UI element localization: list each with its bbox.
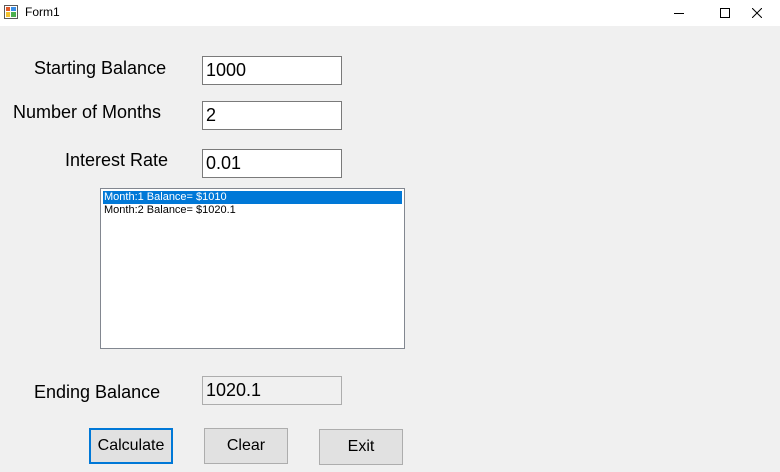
minimize-button[interactable] <box>656 0 702 26</box>
window-title: Form1 <box>25 5 60 19</box>
close-button[interactable] <box>734 0 780 26</box>
calculate-button[interactable]: Calculate <box>89 428 173 464</box>
ending-balance-label: Ending Balance <box>34 382 161 402</box>
winforms-app-icon <box>4 5 18 19</box>
results-list-item[interactable]: Month:2 Balance= $1020.1 <box>103 204 402 217</box>
starting-balance-label: Starting Balance <box>34 58 167 78</box>
interest-rate-label: Interest Rate <box>65 150 169 170</box>
results-listbox[interactable]: Month:1 Balance= $1010 Month:2 Balance= … <box>100 188 405 349</box>
minimize-icon <box>674 13 684 14</box>
ending-balance-output: 1020.1 <box>202 376 342 405</box>
maximize-icon <box>720 8 730 18</box>
clear-button[interactable]: Clear <box>204 428 288 464</box>
close-icon <box>752 8 762 18</box>
interest-rate-input[interactable]: 0.01 <box>202 149 342 178</box>
exit-button[interactable]: Exit <box>319 429 403 465</box>
results-list-item[interactable]: Month:1 Balance= $1010 <box>103 191 402 204</box>
title-bar[interactable]: Form1 <box>0 0 780 26</box>
starting-balance-input[interactable]: 1000 <box>202 56 342 85</box>
number-of-months-input[interactable]: 2 <box>202 101 342 130</box>
form-window: Form1 Starting Balance 1000 Number of Mo… <box>0 0 780 472</box>
number-of-months-label: Number of Months <box>13 102 162 122</box>
